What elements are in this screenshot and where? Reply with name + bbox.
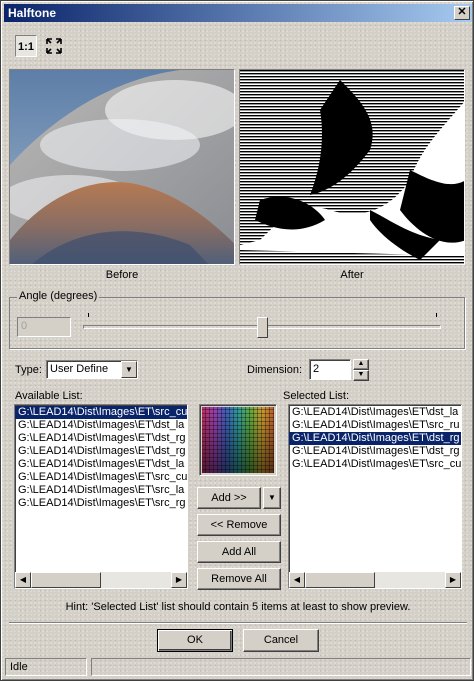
cancel-button-label: Cancel: [263, 634, 299, 646]
scroll-left-button[interactable]: ◀: [289, 572, 305, 588]
angle-value: 0: [21, 320, 28, 332]
status-text: Idle: [10, 661, 28, 673]
window-title: Halftone: [8, 6, 56, 20]
status-pane: Idle: [5, 658, 87, 676]
dimension-label: Dimension:: [247, 364, 303, 376]
close-button[interactable]: ✕: [454, 6, 470, 20]
angle-group-label: Angle (degrees): [17, 290, 100, 302]
type-label: Type:: [15, 364, 42, 376]
remove-button-label: << Remove: [210, 519, 268, 531]
palette-preview: [199, 404, 277, 476]
arrow-right-icon: ▶: [449, 575, 457, 584]
after-caption: After: [340, 269, 364, 281]
arrow-left-icon: ◀: [19, 575, 27, 584]
close-icon: ✕: [457, 6, 467, 18]
list-item[interactable]: G:\LEAD14\Dist\Images\ET\src_cu: [15, 406, 187, 419]
remove-button[interactable]: << Remove: [197, 514, 281, 536]
slider-tick-min: [88, 313, 89, 317]
angle-group: [9, 297, 465, 349]
hint-text: Hint: 'Selected List' list should contai…: [65, 601, 411, 613]
list-item[interactable]: G:\LEAD14\Dist\Images\ET\src_la: [15, 484, 187, 497]
dimension-increment-button[interactable]: ▲: [353, 359, 369, 370]
available-list-items: G:\LEAD14\Dist\Images\ET\src_cu G:\LEAD14…: [15, 405, 187, 510]
list-item[interactable]: G:\LEAD14\Dist\Images\ET\src_ru: [289, 419, 461, 432]
type-select[interactable]: User Define ▼: [46, 360, 138, 379]
slider-tick-max: [436, 313, 437, 317]
available-list[interactable]: G:\LEAD14\Dist\Images\ET\src_cu G:\LEAD14…: [14, 404, 188, 589]
chevron-down-icon: ▼: [268, 493, 276, 502]
selected-list-hscrollbar[interactable]: ◀ ▶: [289, 572, 461, 588]
dimension-input[interactable]: 2: [309, 359, 351, 380]
scroll-thumb[interactable]: [305, 572, 375, 588]
add-options-button[interactable]: ▼: [263, 487, 281, 509]
dimension-decrement-button[interactable]: ▼: [353, 370, 369, 381]
title-bar[interactable]: Halftone ✕: [4, 4, 472, 22]
after-image: [239, 69, 465, 265]
list-item[interactable]: G:\LEAD14\Dist\Images\ET\dst_rg: [289, 432, 461, 445]
arrow-left-icon: ◀: [293, 575, 301, 584]
scroll-right-button[interactable]: ▶: [445, 572, 461, 588]
arrow-right-icon: ▶: [175, 575, 183, 584]
scroll-right-button[interactable]: ▶: [171, 572, 187, 588]
dimension-value: 2: [313, 363, 320, 375]
add-all-button[interactable]: Add All: [197, 541, 281, 563]
scroll-thumb[interactable]: [31, 572, 101, 588]
status-pane-secondary: [91, 658, 471, 676]
separator: [9, 622, 467, 624]
add-button-label: Add >>: [211, 492, 247, 504]
available-list-label: Available List:: [15, 390, 83, 402]
angle-input[interactable]: 0: [17, 317, 71, 337]
arrow-down-icon: ▼: [357, 371, 365, 378]
selected-list-label: Selected List:: [283, 390, 350, 402]
fit-to-window-button[interactable]: [43, 35, 65, 57]
list-item[interactable]: G:\LEAD14\Dist\Images\ET\dst_rg: [15, 445, 187, 458]
actual-size-button[interactable]: 1:1: [15, 35, 37, 57]
type-dropdown-button[interactable]: ▼: [121, 361, 137, 378]
chevron-down-icon: ▼: [125, 365, 133, 374]
actual-size-label: 1:1: [18, 41, 34, 53]
add-button[interactable]: Add >>: [197, 487, 261, 509]
list-item[interactable]: G:\LEAD14\Dist\Images\ET\src_cu: [15, 471, 187, 484]
list-item[interactable]: G:\LEAD14\Dist\Images\ET\dst_la: [15, 419, 187, 432]
selected-list-items: G:\LEAD14\Dist\Images\ET\dst_la G:\LEAD14…: [289, 405, 461, 471]
cancel-button[interactable]: Cancel: [243, 629, 319, 652]
angle-slider-thumb[interactable]: [257, 317, 268, 338]
add-all-button-label: Add All: [221, 546, 257, 558]
list-item[interactable]: G:\LEAD14\Dist\Images\ET\src_rg: [15, 497, 187, 510]
scroll-left-button[interactable]: ◀: [15, 572, 31, 588]
list-item[interactable]: G:\LEAD14\Dist\Images\ET\dst_rg: [15, 432, 187, 445]
list-item[interactable]: G:\LEAD14\Dist\Images\ET\dst_rg: [289, 445, 461, 458]
ok-button[interactable]: OK: [157, 629, 233, 652]
selected-list[interactable]: G:\LEAD14\Dist\Images\ET\dst_la G:\LEAD14…: [288, 404, 462, 589]
remove-all-button-label: Remove All: [211, 573, 267, 585]
remove-all-button[interactable]: Remove All: [197, 568, 281, 590]
fit-to-window-icon: [46, 38, 62, 54]
ok-button-label: OK: [187, 634, 203, 646]
list-item[interactable]: G:\LEAD14\Dist\Images\ET\src_cu: [289, 458, 461, 471]
list-item[interactable]: G:\LEAD14\Dist\Images\ET\dst_la: [15, 458, 187, 471]
list-item[interactable]: G:\LEAD14\Dist\Images\ET\dst_la: [289, 406, 461, 419]
type-selected-value: User Define: [50, 363, 109, 375]
before-image: [9, 69, 235, 265]
available-list-hscrollbar[interactable]: ◀ ▶: [15, 572, 187, 588]
arrow-up-icon: ▲: [357, 360, 365, 367]
before-caption: Before: [105, 269, 139, 281]
halftone-dialog: Halftone ✕ 1:1 Before After Angle (degre…: [0, 0, 474, 681]
